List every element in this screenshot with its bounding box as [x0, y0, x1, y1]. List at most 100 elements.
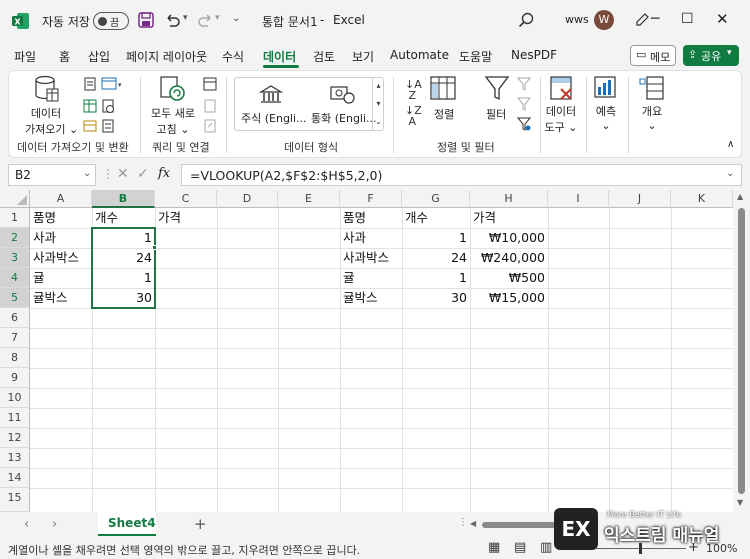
tab-home[interactable]: 홈	[59, 48, 70, 65]
column-header-selected[interactable]: B	[92, 190, 155, 208]
from-text-icon[interactable]	[83, 77, 97, 91]
memo-button[interactable]: ▭ 메모	[630, 45, 676, 66]
row-header-selected[interactable]: 2	[0, 228, 30, 248]
worksheet-grid[interactable]: A B C D E F G H I J K 1 2 3 4 5 6 7 8 9 …	[0, 190, 733, 512]
scroll-thumb[interactable]	[738, 208, 745, 494]
column-header[interactable]: H	[470, 190, 548, 208]
row-header[interactable]: 14	[0, 468, 30, 488]
tab-automate[interactable]: Automate	[390, 48, 449, 62]
row-header[interactable]: 15	[0, 488, 30, 512]
from-web-icon[interactable]: ▾	[101, 77, 123, 91]
tab-data[interactable]: 데이터	[263, 48, 296, 65]
maximize-button[interactable]: ☐	[681, 11, 694, 27]
cell-f5[interactable]: 귤박스	[340, 288, 402, 308]
sort-button[interactable]: 정렬	[434, 106, 454, 122]
tab-nespdf[interactable]: NesPDF	[511, 48, 557, 62]
cell-f3[interactable]: 사과박스	[340, 248, 402, 268]
row-header[interactable]: 6	[0, 308, 30, 328]
add-sheet-button[interactable]: +	[194, 515, 207, 533]
cell-h1[interactable]: 가격	[470, 208, 548, 228]
row-header[interactable]: 8	[0, 348, 30, 368]
column-header[interactable]: G	[402, 190, 470, 208]
cell-a4[interactable]: 귤	[30, 268, 92, 288]
row-header-selected[interactable]: 3	[0, 248, 30, 268]
insert-function-button[interactable]: fx	[158, 166, 170, 181]
column-header[interactable]: K	[671, 190, 733, 208]
undo-dropdown-icon[interactable]: ▾	[183, 13, 188, 23]
tab-insert[interactable]: 삽입	[88, 48, 110, 65]
scroll-down-icon[interactable]: ▼	[737, 498, 743, 507]
reapply-icon[interactable]	[517, 97, 531, 111]
tab-split-icon[interactable]: ⋮	[458, 517, 468, 528]
cell-a5[interactable]: 귤박스	[30, 288, 92, 308]
filter-button[interactable]: 필터	[486, 106, 506, 122]
stocks-data-type[interactable]: 주식 (Engli...	[241, 110, 307, 126]
sort-z-a-icon[interactable]: ↓Z A	[405, 105, 422, 127]
formula-input[interactable]: =VLOOKUP(A2,$F$2:$H$5,2,0) ⌄	[181, 164, 742, 186]
normal-view-icon[interactable]: ▦	[488, 540, 500, 555]
tab-page-layout[interactable]: 페이지 레이아웃	[126, 48, 207, 65]
from-table-icon[interactable]	[83, 99, 97, 113]
row-header[interactable]: 7	[0, 328, 30, 348]
row-header-selected[interactable]: 4	[0, 268, 30, 288]
sheet-tab-active[interactable]: Sheet4	[98, 512, 156, 536]
properties-small-icon[interactable]	[203, 99, 217, 113]
gallery-scroll[interactable]: ▴ ▾ ⌄	[372, 77, 384, 131]
row-header[interactable]: 12	[0, 428, 30, 448]
row-header-selected[interactable]: 5	[0, 288, 30, 308]
tab-help[interactable]: 도움말	[459, 48, 492, 65]
cell-g2[interactable]: 1	[402, 228, 470, 248]
undo-icon[interactable]	[164, 12, 182, 28]
tab-review[interactable]: 검토	[313, 48, 335, 65]
cell-f4[interactable]: 귤	[340, 268, 402, 288]
data-tools-button[interactable]: 데이터 도구 ⌄	[541, 103, 581, 135]
cell-a1[interactable]: 품명	[30, 208, 92, 228]
cell-g4[interactable]: 1	[402, 268, 470, 288]
save-icon[interactable]	[138, 12, 154, 28]
column-header[interactable]: I	[548, 190, 609, 208]
cell-f2[interactable]: 사과	[340, 228, 402, 248]
prev-sheet-icon[interactable]: ‹	[24, 517, 29, 532]
tab-formulas[interactable]: 수식	[222, 48, 244, 65]
redo-dropdown-icon[interactable]: ▾	[215, 13, 220, 23]
customize-qat-icon[interactable]: ⌄	[232, 13, 240, 24]
queries-connections-icon[interactable]	[203, 77, 217, 91]
tab-view[interactable]: 보기	[352, 48, 374, 65]
row-header[interactable]: 13	[0, 448, 30, 468]
name-box[interactable]: B2 ⌄	[8, 164, 96, 186]
select-all-corner[interactable]	[0, 190, 30, 208]
existing-connections-icon[interactable]	[83, 119, 97, 133]
pen-icon[interactable]	[634, 12, 650, 28]
get-data-button[interactable]: 데이터 가져오기 ⌄	[25, 105, 78, 137]
close-button[interactable]: ✕	[716, 10, 729, 28]
advanced-filter-icon[interactable]	[517, 117, 531, 131]
enter-icon[interactable]: ✓	[137, 166, 149, 182]
row-header[interactable]: 11	[0, 408, 30, 428]
cell-a2[interactable]: 사과	[30, 228, 92, 248]
row-header[interactable]: 1	[0, 208, 30, 228]
scroll-up-icon[interactable]: ▲	[737, 192, 743, 201]
cell-f1[interactable]: 품명	[340, 208, 402, 228]
column-header[interactable]: D	[217, 190, 278, 208]
autosave-toggle[interactable]: 끔	[93, 12, 129, 30]
fill-handle[interactable]	[152, 245, 157, 250]
cell-h5[interactable]: ₩15,000	[470, 288, 548, 308]
forecast-button[interactable]: 예측 ⌄	[592, 103, 620, 132]
column-header[interactable]: J	[609, 190, 671, 208]
row-header[interactable]: 10	[0, 388, 30, 408]
cell-g5[interactable]: 30	[402, 288, 470, 308]
cell-g3[interactable]: 24	[402, 248, 470, 268]
cell-h3[interactable]: ₩240,000	[470, 248, 548, 268]
vertical-scrollbar[interactable]: ▲ ▼	[733, 190, 750, 512]
column-header[interactable]: C	[155, 190, 217, 208]
cell-c1[interactable]: 가격	[155, 208, 217, 228]
sort-a-z-icon[interactable]: ↓A Z	[405, 79, 422, 101]
clear-filter-icon[interactable]	[517, 77, 531, 91]
column-header[interactable]: F	[340, 190, 402, 208]
cancel-icon[interactable]: ✕	[117, 166, 129, 182]
search-icon[interactable]	[518, 12, 534, 28]
column-header[interactable]: A	[30, 190, 92, 208]
page-layout-icon[interactable]: ▤	[514, 540, 526, 555]
minimize-button[interactable]: ─	[651, 11, 659, 27]
properties-icon[interactable]	[101, 119, 115, 133]
